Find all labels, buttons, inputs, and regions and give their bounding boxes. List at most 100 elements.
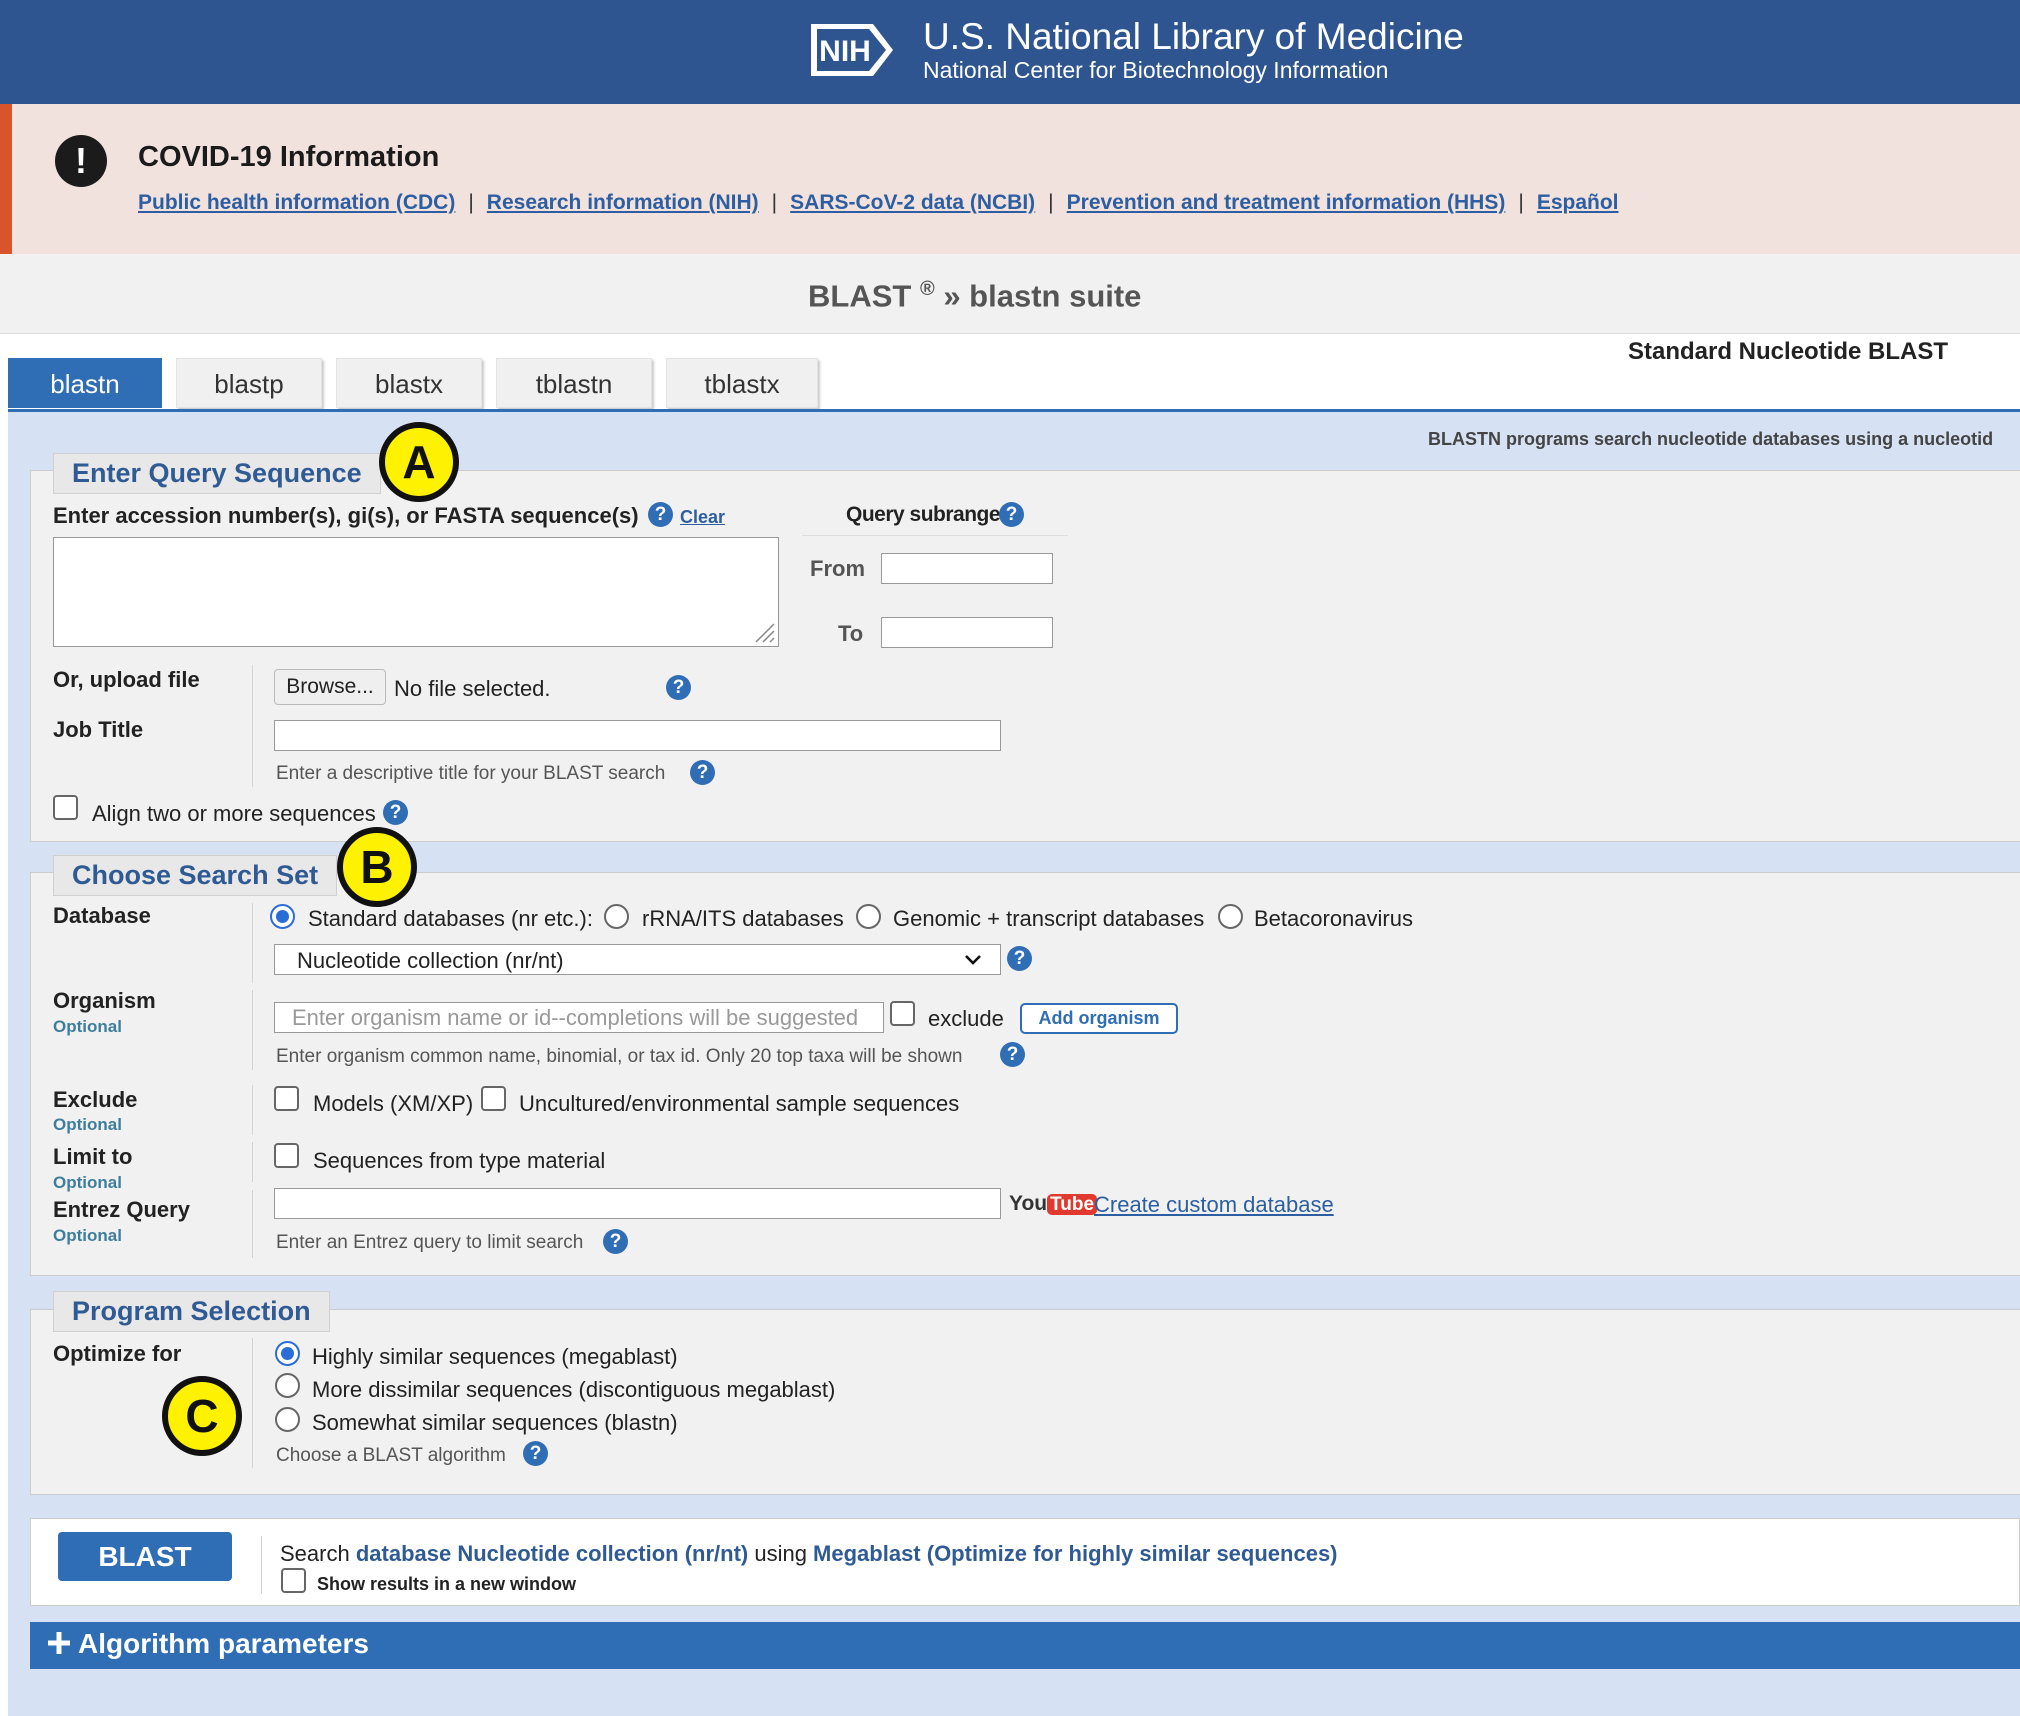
discontiguous-megablast-label: More dissimilar sequences (discontiguous…: [312, 1377, 836, 1402]
new-window-checkbox[interactable]: [281, 1568, 306, 1593]
database-select[interactable]: Nucleotide collection (nr/nt): [274, 944, 1001, 975]
tab-blastp[interactable]: blastp: [176, 358, 322, 408]
help-icon[interactable]: ?: [1007, 946, 1032, 971]
search-summary-using: using: [748, 1541, 814, 1566]
standard-nucleotide-label: Standard Nucleotide BLAST: [1628, 338, 1949, 365]
covid-link-nih[interactable]: Research information (NIH): [487, 191, 759, 214]
link-separator: |: [468, 191, 474, 214]
algorithm-parameters-toggle[interactable]: Algorithm parameters: [46, 1628, 369, 1660]
organism-optional: Optional: [53, 1017, 122, 1036]
help-icon[interactable]: ?: [999, 502, 1024, 527]
page-title-suite: » blastn suite: [934, 278, 1142, 314]
radio-rrna-its[interactable]: [604, 904, 629, 929]
entrez-query-label: Entrez Query: [53, 1197, 190, 1222]
radio-genomic-transcript[interactable]: [856, 904, 881, 929]
align-sequences-checkbox[interactable]: [53, 795, 78, 820]
rrna-its-label: rRNA/ITS databases: [642, 906, 844, 931]
exclude-label: Exclude: [53, 1087, 138, 1112]
callout-a: A: [379, 422, 459, 502]
upload-file-label: Or, upload file: [53, 667, 200, 692]
organism-placeholder: Enter organism name or id--completions w…: [292, 1005, 859, 1030]
page-title-blast[interactable]: BLAST: [808, 278, 911, 313]
query-legend: Enter Query Sequence: [53, 453, 381, 494]
search-summary-prefix: Search: [280, 1541, 356, 1566]
organism-label: Organism: [53, 988, 156, 1013]
divider: [252, 1190, 253, 1258]
add-organism-button[interactable]: Add organism: [1020, 1003, 1178, 1034]
program-legend: Program Selection: [53, 1291, 330, 1332]
radio-standard-databases[interactable]: [270, 904, 295, 929]
type-material-label: Sequences from type material: [313, 1148, 606, 1173]
tab-blastx[interactable]: blastx: [336, 358, 482, 408]
organism-input[interactable]: Enter organism name or id--completions w…: [274, 1002, 884, 1033]
align-sequences-label: Align two or more sequences: [92, 801, 376, 826]
entrez-query-input[interactable]: [274, 1188, 1001, 1219]
radio-discontiguous-megablast[interactable]: [275, 1373, 300, 1398]
limit-to-label: Limit to: [53, 1144, 133, 1169]
radio-betacoronavirus[interactable]: [1218, 904, 1243, 929]
covid-link-hhs[interactable]: Prevention and treatment information (HH…: [1067, 191, 1506, 214]
help-icon[interactable]: ?: [666, 675, 691, 700]
query-subrange-label: Query subrange: [846, 503, 1001, 526]
nih-logo[interactable]: NIH: [809, 20, 897, 80]
standard-databases-label: Standard databases (nr etc.):: [308, 906, 593, 931]
nih-title[interactable]: U.S. National Library of Medicine: [923, 16, 1464, 58]
clear-link[interactable]: Clear: [680, 507, 725, 528]
help-icon[interactable]: ?: [523, 1441, 548, 1466]
radio-blastn[interactable]: [275, 1407, 300, 1432]
to-input[interactable]: [881, 617, 1053, 648]
divider: [261, 1536, 262, 1594]
job-title-input[interactable]: [274, 720, 1001, 751]
help-icon[interactable]: ?: [648, 502, 673, 527]
help-icon[interactable]: ?: [603, 1229, 628, 1254]
type-material-checkbox[interactable]: [274, 1143, 299, 1168]
create-custom-database-link[interactable]: Create custom database: [1094, 1192, 1334, 1218]
divider: [252, 1085, 253, 1135]
tab-blastn[interactable]: blastn: [8, 358, 162, 408]
browse-button[interactable]: Browse...: [274, 669, 386, 705]
program-description: BLASTN programs search nucleotide databa…: [1428, 429, 1994, 449]
radio-megablast[interactable]: [275, 1341, 300, 1366]
link-separator: |: [1518, 191, 1524, 214]
exclamation-icon: !: [55, 135, 107, 187]
nih-subtitle: National Center for Biotechnology Inform…: [923, 57, 1389, 83]
database-select-value: Nucleotide collection (nr/nt): [297, 948, 564, 973]
optimize-for-label: Optimize for: [53, 1341, 182, 1366]
from-input[interactable]: [881, 553, 1053, 584]
uncultured-checkbox[interactable]: [481, 1086, 506, 1111]
algorithm-hint: Choose a BLAST algorithm: [276, 1445, 506, 1466]
betacoronavirus-label: Betacoronavirus: [1254, 906, 1413, 931]
megablast-label: Highly similar sequences (megablast): [312, 1344, 678, 1369]
divider: [252, 903, 253, 983]
models-checkbox[interactable]: [274, 1086, 299, 1111]
subrange-divider: [802, 535, 1068, 536]
from-label: From: [810, 556, 865, 581]
youtube-icon[interactable]: You Tube: [1009, 1192, 1098, 1216]
help-icon[interactable]: ?: [383, 800, 408, 825]
callout-c: C: [162, 1376, 242, 1456]
accession-label: Enter accession number(s), gi(s), or FAS…: [53, 503, 639, 528]
tab-tblastn[interactable]: tblastn: [496, 358, 652, 408]
link-separator: |: [771, 191, 778, 214]
search-summary-db: database Nucleotide collection (nr/nt): [355, 1541, 749, 1566]
plus-icon: [48, 1632, 70, 1654]
uncultured-label: Uncultured/environmental sample sequence…: [519, 1091, 960, 1116]
covid-link-cdc[interactable]: Public health information (CDC): [138, 191, 455, 214]
youtube-tube-text: Tube: [1047, 1194, 1098, 1215]
registered-mark: ®: [919, 278, 935, 300]
genomic-transcript-label: Genomic + transcript databases: [893, 906, 1205, 931]
resize-grip-icon[interactable]: [752, 620, 776, 644]
tab-tblastx[interactable]: tblastx: [666, 358, 818, 408]
help-icon[interactable]: ?: [1000, 1042, 1025, 1067]
covid-link-espanol[interactable]: Español: [1537, 191, 1619, 214]
divider: [252, 665, 253, 787]
search-set-legend: Choose Search Set: [53, 855, 338, 896]
covid-link-ncbi[interactable]: SARS-CoV-2 data (NCBI): [790, 191, 1035, 214]
search-summary: Search database Nucleotide collection (n…: [280, 1541, 1338, 1567]
entrez-hint: Enter an Entrez query to limit search: [276, 1232, 584, 1253]
exclude-organism-checkbox[interactable]: [890, 1001, 915, 1026]
help-icon[interactable]: ?: [690, 760, 715, 785]
chevron-down-icon: [963, 952, 983, 973]
blast-submit-button[interactable]: BLAST: [58, 1532, 232, 1581]
query-sequence-textarea[interactable]: [53, 537, 779, 647]
